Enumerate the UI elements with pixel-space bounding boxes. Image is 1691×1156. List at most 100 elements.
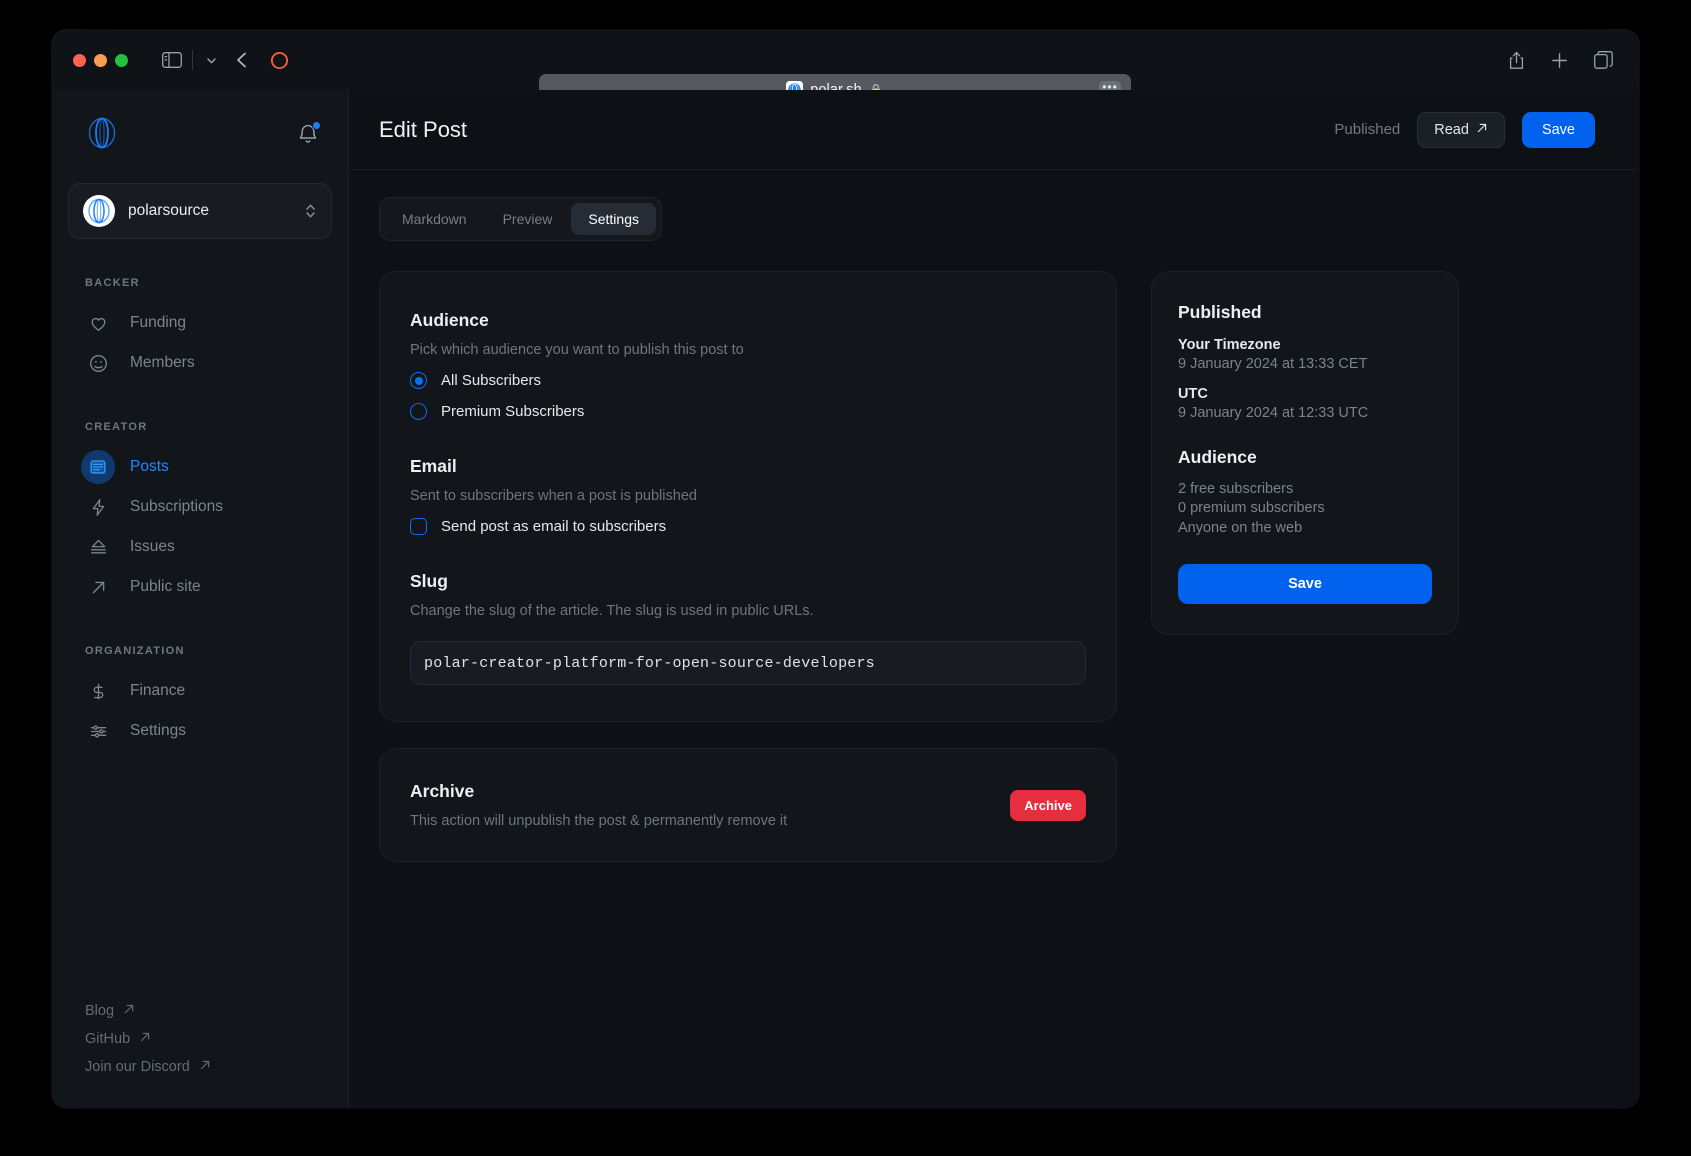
chevron-down-icon[interactable] xyxy=(205,54,218,67)
browser-window: polar.sh 🔒 ••• xyxy=(52,30,1639,1108)
save-button-header[interactable]: Save xyxy=(1521,111,1595,148)
toolbar-divider xyxy=(192,50,193,70)
read-button[interactable]: Read xyxy=(1417,111,1505,148)
radio-icon[interactable] xyxy=(410,372,427,389)
chevron-updown-icon xyxy=(304,201,317,221)
checkbox-icon[interactable] xyxy=(410,518,427,535)
archive-card: Archive This action will unpublish the p… xyxy=(379,748,1117,862)
sidebar-item-issues[interactable]: Issues xyxy=(68,527,332,567)
sidebar-footer: Blog GitHub Join our Discord xyxy=(52,998,348,1082)
plus-icon[interactable] xyxy=(1551,52,1568,69)
back-arrow-icon[interactable] xyxy=(234,51,250,69)
share-icon[interactable] xyxy=(1508,51,1525,70)
tabs-row: Markdown Preview Settings xyxy=(349,170,1639,241)
timezone-label: Your Timezone xyxy=(1178,337,1281,353)
dollar-icon xyxy=(81,674,115,708)
org-switcher[interactable]: polarsource xyxy=(68,183,332,239)
audience-line: 0 premium subscribers xyxy=(1178,500,1325,517)
sidebar-item-subscriptions[interactable]: Subscriptions xyxy=(68,487,332,527)
status-badge: Published xyxy=(1334,121,1401,138)
footer-link-label: Join our Discord xyxy=(85,1059,190,1075)
polar-logo-icon[interactable] xyxy=(85,116,119,155)
settings-content: Audience Pick which audience you want to… xyxy=(349,241,1639,862)
sidebar-item-label: Settings xyxy=(130,722,187,739)
settings-main-column: Audience Pick which audience you want to… xyxy=(379,271,1117,862)
footer-link-discord[interactable]: Join our Discord xyxy=(85,1054,348,1080)
sidebar-item-posts[interactable]: Posts xyxy=(68,447,332,487)
sidebar-item-public-site[interactable]: Public site xyxy=(68,567,332,607)
sidebar-item-members[interactable]: Members xyxy=(68,343,332,383)
slug-title: Slug xyxy=(410,571,448,591)
bolt-icon xyxy=(81,490,115,524)
slug-description: Change the slug of the article. The slug… xyxy=(410,603,814,619)
sidebar-item-finance[interactable]: Finance xyxy=(68,671,332,711)
maximize-window-button[interactable] xyxy=(115,53,128,67)
footer-link-blog[interactable]: Blog xyxy=(85,998,348,1024)
checkbox-label: Send post as email to subscribers xyxy=(441,518,667,535)
tab-markdown[interactable]: Markdown xyxy=(385,203,484,235)
sidebar-section-backer: BACKER xyxy=(85,277,140,289)
settings-card: Audience Pick which audience you want to… xyxy=(379,271,1117,722)
radio-premium-subscribers[interactable]: Premium Subscribers xyxy=(410,403,1086,420)
radio-icon[interactable] xyxy=(410,403,427,420)
checkbox-send-email[interactable]: Send post as email to subscribers xyxy=(410,518,1086,535)
sidebar-item-label: Subscriptions xyxy=(130,498,224,515)
tab-list: Markdown Preview Settings xyxy=(379,197,662,241)
sidebar-item-label: Posts xyxy=(130,458,169,475)
slug-group: Slug Change the slug of the article. The… xyxy=(410,571,1086,685)
app-sidebar: polarsource BACKER Funding Members CREAT… xyxy=(52,90,349,1108)
posts-icon xyxy=(81,450,115,484)
audience-title: Audience xyxy=(410,310,489,330)
save-button-panel[interactable]: Save xyxy=(1178,564,1432,605)
page-title: Edit Post xyxy=(379,116,468,142)
close-window-button[interactable] xyxy=(73,53,86,67)
reader-circle-icon[interactable] xyxy=(270,51,289,70)
email-description: Sent to subscribers when a post is publi… xyxy=(410,488,697,504)
sidebar-item-label: Funding xyxy=(130,314,187,331)
email-group: Email Sent to subscribers when a post is… xyxy=(410,456,1086,535)
arrow-up-right-icon xyxy=(139,1031,151,1047)
sliders-icon xyxy=(81,714,115,748)
org-name: polarsource xyxy=(128,202,209,219)
email-title: Email xyxy=(410,456,457,476)
notification-dot xyxy=(312,120,321,130)
header-actions: Published Read Save xyxy=(1334,111,1595,148)
tab-settings[interactable]: Settings xyxy=(571,203,656,235)
browser-actions xyxy=(1508,30,1613,90)
archive-button[interactable]: Archive xyxy=(1010,789,1086,821)
main-content: Edit Post Published Read Save Markdown P… xyxy=(349,90,1639,1108)
published-audience-title: Audience xyxy=(1178,447,1257,467)
published-title: Published xyxy=(1178,302,1262,322)
utc-label: UTC xyxy=(1178,386,1208,402)
sidebar-item-funding[interactable]: Funding xyxy=(68,303,332,343)
sidebar-item-label: Finance xyxy=(130,682,186,699)
heart-icon xyxy=(81,306,115,340)
slug-input[interactable]: polar-creator-platform-for-open-source-d… xyxy=(410,641,1086,685)
minimize-window-button[interactable] xyxy=(94,53,107,67)
audience-description: Pick which audience you want to publish … xyxy=(410,342,744,358)
audience-line: Anyone on the web xyxy=(1178,519,1303,536)
issues-icon xyxy=(81,530,115,564)
tab-preview[interactable]: Preview xyxy=(486,203,570,235)
sidebar-item-settings[interactable]: Settings xyxy=(68,711,332,751)
footer-link-label: GitHub xyxy=(85,1031,131,1047)
footer-link-github[interactable]: GitHub xyxy=(85,1026,348,1052)
page-header: Edit Post Published Read Save xyxy=(349,90,1639,170)
archive-description: This action will unpublish the post & pe… xyxy=(410,813,788,829)
tab-overview-icon[interactable] xyxy=(1594,51,1613,69)
app-root: polarsource BACKER Funding Members CREAT… xyxy=(52,90,1639,1108)
archive-text: Archive This action will unpublish the p… xyxy=(410,781,1010,829)
sidebar-toggle-icon[interactable] xyxy=(162,52,182,68)
sidebar-item-label: Members xyxy=(130,354,195,371)
arrow-up-right-icon xyxy=(81,570,115,604)
traffic-lights xyxy=(73,53,128,67)
radio-all-subscribers[interactable]: All Subscribers xyxy=(410,372,1086,389)
browser-toolbar: polar.sh 🔒 ••• xyxy=(52,30,1639,105)
sidebar-section-creator: CREATOR xyxy=(85,421,148,433)
radio-label: All Subscribers xyxy=(441,372,542,389)
audience-group: Audience Pick which audience you want to… xyxy=(410,310,1086,420)
arrow-up-right-icon xyxy=(123,1003,135,1019)
sidebar-item-label: Issues xyxy=(130,538,175,555)
published-column: Published Your Timezone 9 January 2024 a… xyxy=(1151,271,1459,636)
notifications-button[interactable] xyxy=(298,120,321,149)
